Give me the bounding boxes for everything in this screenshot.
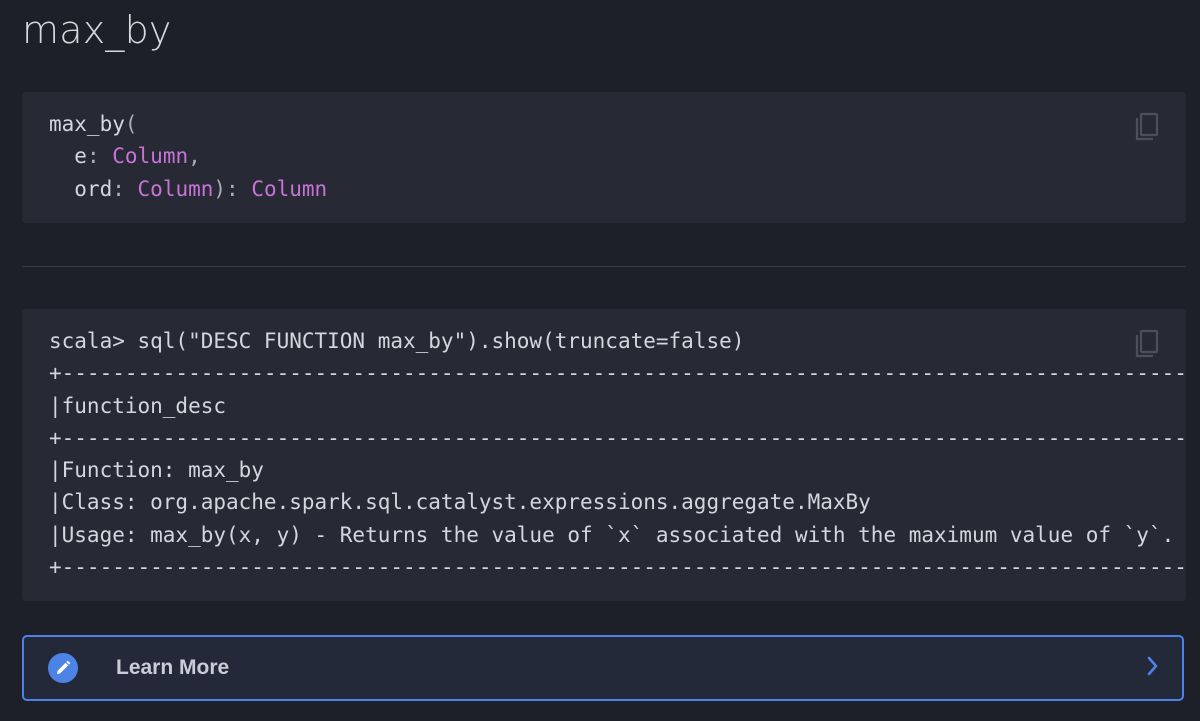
code-line: |Class: org.apache.spark.sql.catalyst.ex… bbox=[49, 490, 871, 515]
param-type: Column bbox=[112, 144, 189, 169]
chevron-right-icon bbox=[1146, 655, 1160, 681]
return-separator: : bbox=[226, 176, 252, 201]
signature-code-block: max_by( e: Column, ord: Column): Column bbox=[22, 92, 1186, 223]
output-code: scala> sql("DESC FUNCTION max_by").show(… bbox=[49, 325, 1186, 583]
output-code-block: scala> sql("DESC FUNCTION max_by").show(… bbox=[22, 309, 1186, 601]
open-paren: ( bbox=[124, 112, 138, 136]
signature-code: max_by( e: Column, ord: Column): Column bbox=[49, 112, 328, 201]
copy-icon-graphic bbox=[1135, 112, 1159, 141]
page: max_by max_by( e: Column, ord: Column): … bbox=[0, 0, 1200, 721]
learn-more-button[interactable]: Learn More bbox=[22, 635, 1184, 701]
pencil-icon bbox=[48, 653, 78, 683]
param-type: Column bbox=[137, 176, 214, 201]
code-line: +---------------------------------------… bbox=[49, 425, 1186, 450]
param-name: e bbox=[74, 144, 87, 169]
param-separator: ) bbox=[213, 176, 227, 201]
section-divider bbox=[22, 266, 1186, 267]
copy-icon[interactable] bbox=[1134, 329, 1160, 359]
function-name: max_by bbox=[49, 112, 125, 136]
page-title: max_by bbox=[22, 8, 172, 52]
copy-icon-graphic bbox=[1135, 329, 1159, 358]
copy-icon[interactable] bbox=[1134, 112, 1160, 142]
code-line: +---------------------------------------… bbox=[49, 361, 1186, 386]
learn-more-label: Learn More bbox=[116, 656, 230, 679]
code-line: |function_desc bbox=[49, 393, 227, 418]
code-line: scala> sql("DESC FUNCTION max_by").show(… bbox=[49, 329, 745, 353]
code-line: |Function: max_by bbox=[49, 458, 264, 483]
param-name: ord bbox=[74, 176, 113, 201]
code-line: +---------------------------------------… bbox=[49, 555, 1186, 580]
param-separator: , bbox=[188, 144, 201, 169]
return-type: Column bbox=[251, 176, 328, 201]
code-line: |Usage: max_by(x, y) - Returns the value… bbox=[49, 522, 1175, 547]
